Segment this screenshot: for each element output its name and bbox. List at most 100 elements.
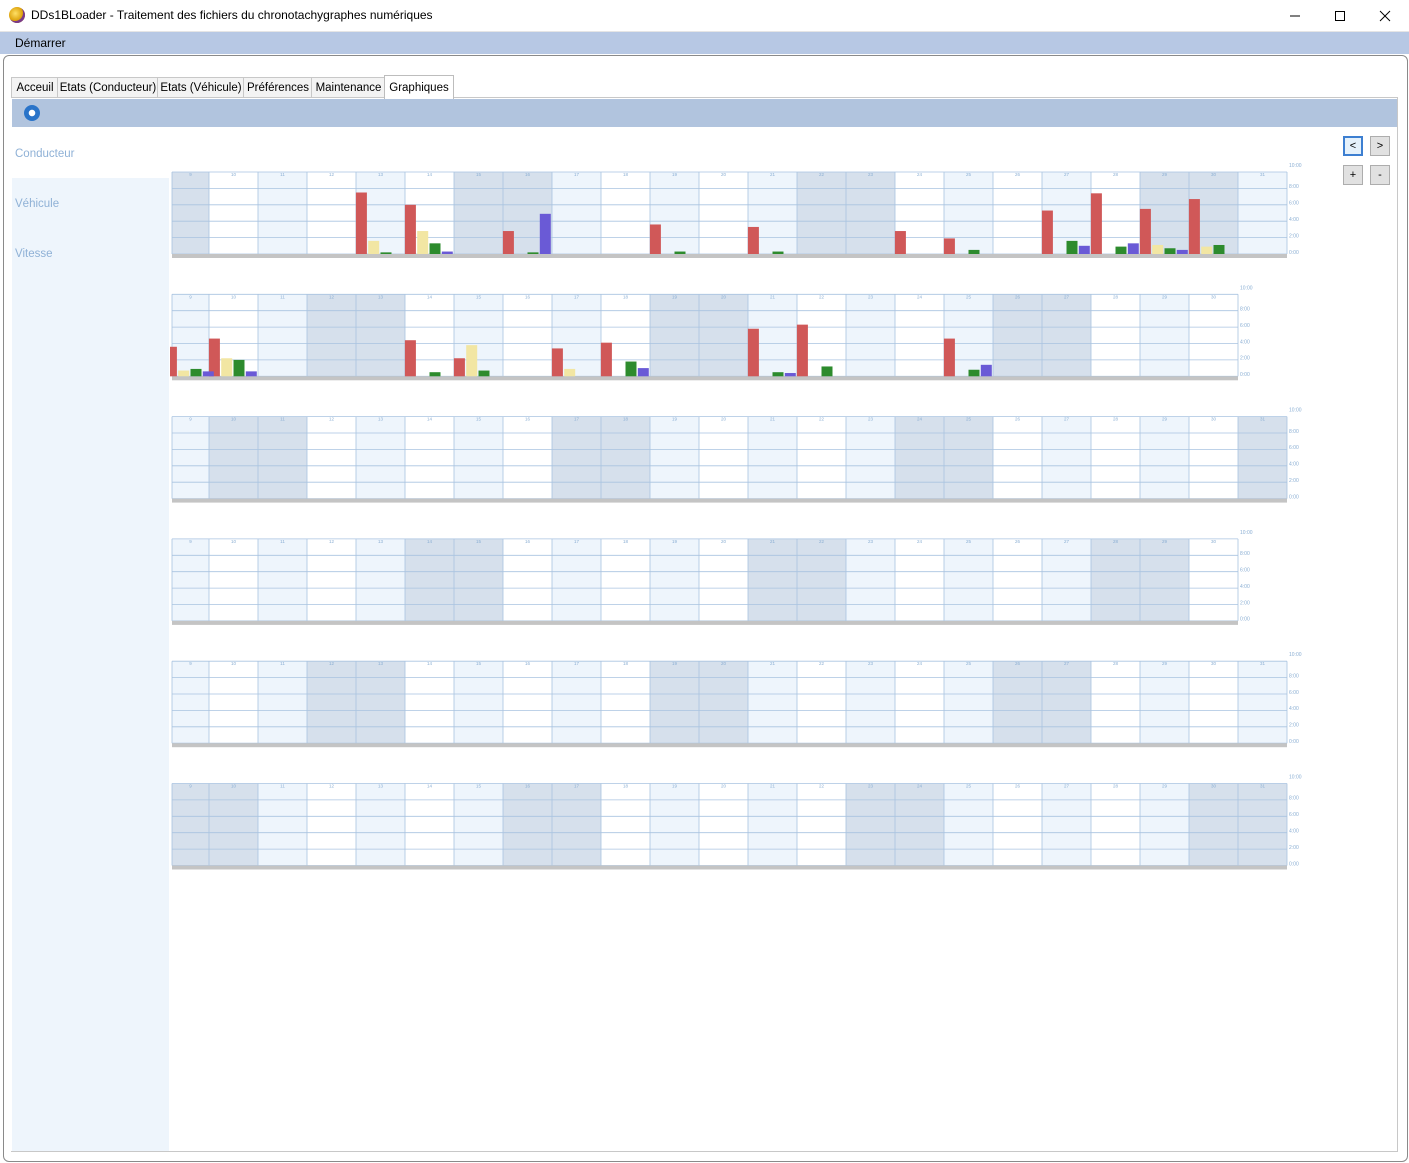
day-label: 25 <box>966 784 972 789</box>
bar <box>1090 193 1102 254</box>
bar <box>772 372 784 377</box>
day-column <box>258 661 307 744</box>
y-tick-label: 8:00 <box>1289 796 1299 802</box>
bar <box>747 226 759 254</box>
day-column <box>1238 661 1287 744</box>
day-column <box>699 416 748 499</box>
day-column <box>699 661 748 744</box>
bar <box>943 338 955 377</box>
day-column <box>503 661 552 744</box>
day-label: 10 <box>231 294 237 299</box>
day-label: 31 <box>1260 417 1266 422</box>
tab-acceuil[interactable]: Acceuil <box>11 77 59 98</box>
menu-bar: Démarrer <box>0 32 1409 54</box>
tab-etats-vehicule[interactable]: Etats (Véhicule) <box>157 77 245 98</box>
chart-area: 9 10 11 12 13 14 15 16 17 18 19 20 21 22 23 24 25 26 27 28 2… <box>165 128 1397 1151</box>
bar <box>1152 244 1164 254</box>
day-column <box>503 783 552 866</box>
tab-preferences[interactable]: Préférences <box>243 77 313 98</box>
day-column <box>1042 294 1091 377</box>
bar <box>527 252 539 254</box>
day-label: 23 <box>868 661 874 666</box>
y-tick-label: 4:00 <box>1289 706 1299 712</box>
toolbar <box>12 99 1397 127</box>
bar <box>208 338 220 377</box>
day-label: 22 <box>819 172 825 177</box>
bar <box>1213 244 1225 254</box>
bar <box>453 358 465 377</box>
sidebar-item-conducteur[interactable]: Conducteur <box>15 148 74 160</box>
y-tick-label: 4:00 <box>1289 217 1299 223</box>
day-label: 26 <box>1015 784 1021 789</box>
refresh-icon[interactable] <box>24 105 40 121</box>
day-label: 29 <box>1162 294 1168 299</box>
day-column <box>895 294 944 377</box>
y-tick-label: 8:00 <box>1289 673 1299 679</box>
bar <box>796 324 808 377</box>
maximize-button[interactable] <box>1317 0 1362 31</box>
close-button[interactable] <box>1362 0 1407 31</box>
day-label: 20 <box>721 417 727 422</box>
panel-bottom-border <box>11 1151 1398 1152</box>
next-button[interactable]: > <box>1370 136 1390 156</box>
day-label: 15 <box>476 172 482 177</box>
day-label: 28 <box>1113 294 1119 299</box>
y-tick-label: 8:00 <box>1289 184 1299 190</box>
day-label: 22 <box>819 784 825 789</box>
day-label: 18 <box>623 784 629 789</box>
day-column <box>895 661 944 744</box>
day-label: 20 <box>721 294 727 299</box>
day-label: 25 <box>966 661 972 666</box>
minimize-button[interactable] <box>1272 0 1317 31</box>
day-column <box>1189 661 1238 744</box>
bar <box>1201 246 1213 254</box>
day-column <box>650 294 699 377</box>
day-column <box>454 172 503 254</box>
menu-demarrer[interactable]: Démarrer <box>15 36 66 50</box>
app-logo-icon <box>9 7 25 23</box>
day-label: 31 <box>1260 661 1266 666</box>
zoom-out-button[interactable]: - <box>1370 165 1390 185</box>
day-column <box>552 172 601 254</box>
chart-baseline <box>172 376 1238 381</box>
day-label: 28 <box>1113 784 1119 789</box>
day-column <box>993 783 1042 866</box>
day-column <box>552 783 601 866</box>
day-label: 17 <box>574 417 580 422</box>
bar <box>1078 245 1090 254</box>
tab-graphiques[interactable]: Graphiques <box>384 75 454 99</box>
bar <box>233 359 245 377</box>
day-column <box>454 416 503 499</box>
day-label: 26 <box>1015 172 1021 177</box>
day-column <box>748 416 797 499</box>
day-column <box>699 538 748 621</box>
day-label: 29 <box>1162 417 1168 422</box>
bar <box>178 370 190 377</box>
y-tick-label: 8:00 <box>1289 429 1299 435</box>
sidebar-item-vitesse[interactable]: Vitesse <box>15 248 53 260</box>
day-label: 19 <box>672 417 678 422</box>
day-label: 18 <box>623 417 629 422</box>
bar <box>1164 248 1176 254</box>
day-column <box>552 538 601 621</box>
prev-button[interactable]: < <box>1343 136 1363 156</box>
zoom-in-button[interactable]: + <box>1343 165 1363 185</box>
bar <box>202 371 214 377</box>
sidebar-item-vehicule[interactable]: Véhicule <box>15 198 59 210</box>
day-label: 25 <box>966 417 972 422</box>
tab-etats-conducteur[interactable]: Etats (Conducteur) <box>57 77 159 98</box>
day-label: 21 <box>770 784 776 789</box>
day-column <box>993 172 1042 254</box>
day-label: 19 <box>672 172 678 177</box>
day-label: 17 <box>574 539 580 544</box>
day-label: 29 <box>1162 172 1168 177</box>
tab-maintenance[interactable]: Maintenance <box>311 77 386 98</box>
day-column <box>601 661 650 744</box>
y-tick-label: 4:00 <box>1289 829 1299 835</box>
day-label: 11 <box>280 172 285 177</box>
bar <box>355 192 367 254</box>
day-column <box>454 783 503 866</box>
day-label: 24 <box>917 539 923 544</box>
day-label: 10 <box>231 539 237 544</box>
day-column <box>1238 416 1287 499</box>
